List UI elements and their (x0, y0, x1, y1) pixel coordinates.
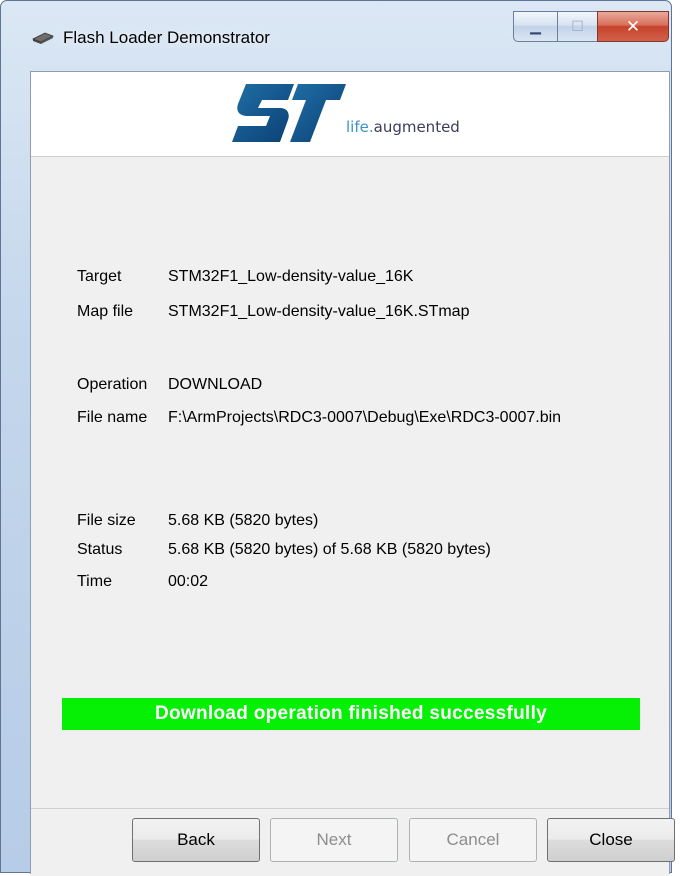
button-bar: Back Next Cancel Close (31, 808, 675, 876)
target-label: Target (77, 268, 122, 285)
back-button[interactable]: Back (132, 818, 260, 862)
filesize-label: File size (77, 512, 136, 529)
next-button[interactable]: Next (270, 818, 398, 862)
close-icon: ✕ (625, 16, 641, 36)
minimize-button[interactable]: ▁ (513, 11, 557, 42)
filename-value: F:\ArmProjects\RDC3-0007\Debug\Exe\RDC3-… (168, 409, 562, 426)
time-label: Time (77, 573, 112, 590)
status-value: 5.68 KB (5820 bytes) of 5.68 KB (5820 by… (168, 541, 491, 558)
filesize-value: 5.68 KB (5820 bytes) (168, 512, 319, 529)
cancel-button[interactable]: Cancel (409, 818, 537, 862)
time-value: 00:02 (168, 573, 209, 590)
operation-label: Operation (77, 376, 148, 393)
maximize-icon: ☐ (571, 18, 584, 34)
close-button[interactable]: Close (547, 818, 675, 862)
maximize-button[interactable]: ☐ (557, 11, 597, 42)
filename-label: File name (77, 409, 148, 426)
app-window: Flash Loader Demonstrator ▁ ☐ ✕ life.aug… (0, 0, 675, 876)
st-logo-icon (232, 84, 346, 142)
minimize-icon: ▁ (530, 18, 541, 34)
caption-buttons: ▁ ☐ ✕ (513, 11, 669, 45)
title-bar[interactable]: Flash Loader Demonstrator ▁ ☐ ✕ (1, 1, 671, 71)
mapfile-value: STM32F1_Low-density-value_16K.STmap (168, 303, 470, 320)
close-window-button[interactable]: ✕ (597, 11, 669, 42)
progress-bar: Download operation finished successfully (62, 698, 640, 730)
logo-banner: life.augmented (31, 72, 669, 157)
operation-value: DOWNLOAD (168, 376, 263, 393)
status-label: Status (77, 541, 123, 558)
tagline: life.augmented (346, 118, 460, 136)
mapfile-label: Map file (77, 303, 134, 320)
dialog-body: life.augmented Target STM32F1_Low-densit… (30, 71, 675, 876)
chip-icon (32, 32, 54, 44)
window-title: Flash Loader Demonstrator (63, 28, 270, 47)
target-value: STM32F1_Low-density-value_16K (168, 268, 414, 285)
progress-message: Download operation finished successfully (154, 703, 548, 724)
